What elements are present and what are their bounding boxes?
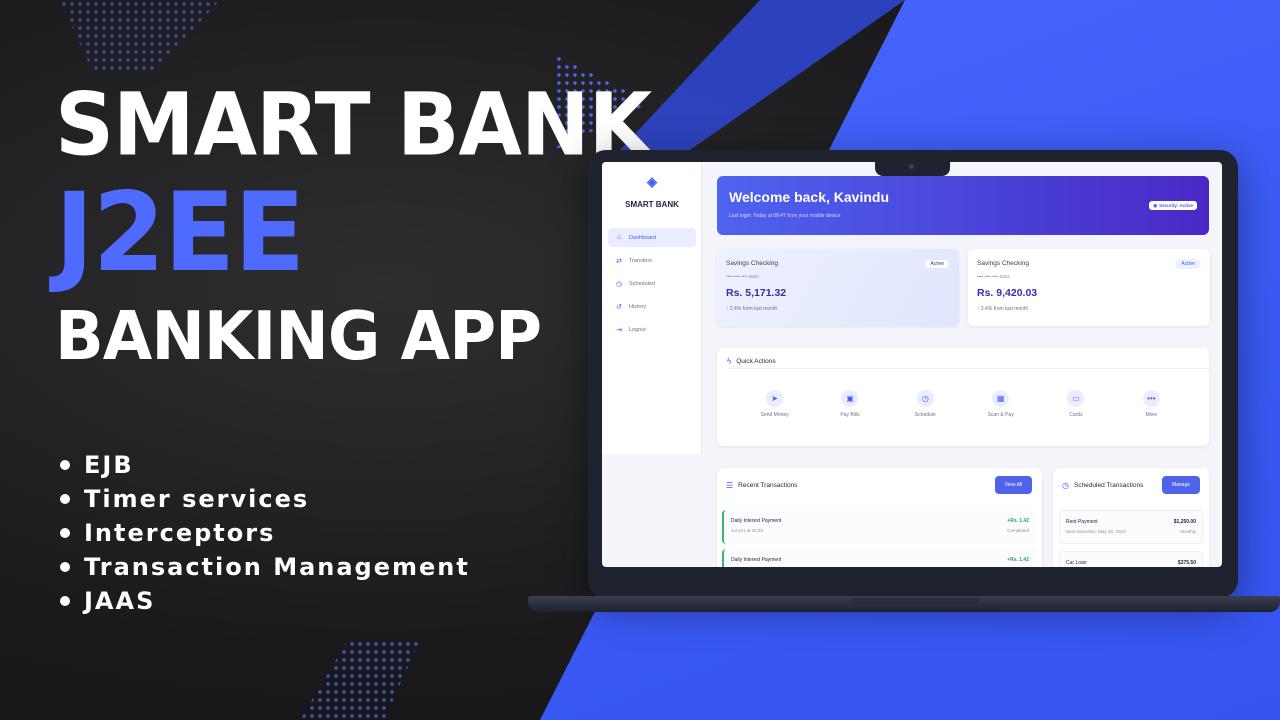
scheduled-transactions-title: ◷ Scheduled Transactions: [1062, 481, 1144, 490]
manage-button[interactable]: Manage: [1162, 476, 1200, 494]
account-balance: Rs. 9,420.03: [977, 287, 1038, 299]
home-icon: ⌂: [616, 234, 622, 241]
clock-icon: ◷: [1062, 481, 1069, 490]
feature-item: JAAS: [60, 584, 470, 618]
headline-j2ee: J2EE: [55, 167, 305, 297]
transaction-row[interactable]: Daily Interest Payment Jul 24 | at 00:30…: [722, 510, 1037, 544]
quick-action-send-money[interactable]: ➤ Send Money: [747, 390, 803, 418]
feature-item: EJB: [60, 448, 470, 482]
sidebar: ◈ SMART BANK ⌂ Dashboard ⇄ Transfers ◷ S…: [602, 162, 702, 454]
quick-action-scan-pay[interactable]: ▦ Scan & Pay: [973, 390, 1029, 418]
brand: ◈ SMART BANK: [602, 174, 702, 212]
security-status-badge: ◉ Security: Active: [1149, 201, 1197, 210]
account-balance: Rs. 5,171.32: [726, 287, 787, 299]
quick-action-schedule[interactable]: ◷ Schedule: [897, 390, 953, 418]
quick-actions-panel: ϟ Quick Actions ➤ Send Money ▣ Pay Bills…: [717, 348, 1209, 446]
feature-list: EJB Timer services Interceptors Transact…: [60, 448, 470, 618]
send-icon: ➤: [766, 390, 784, 407]
sidebar-nav: ⌂ Dashboard ⇄ Transfers ◷ Scheduled ↺ Hi…: [608, 228, 696, 343]
account-change: ↑ 2.4% from last month: [977, 306, 1029, 312]
quick-action-more[interactable]: ••• More: [1123, 390, 1179, 418]
bolt-icon: ϟ: [727, 357, 732, 366]
bullet-icon: [60, 562, 70, 572]
sidebar-item-dashboard[interactable]: ⌂ Dashboard: [608, 228, 696, 247]
shield-icon: ◉: [1153, 202, 1158, 208]
list-icon: ☰: [726, 481, 734, 490]
scheduled-payment-row[interactable]: Rent Payment Next execution: May 20, 202…: [1059, 510, 1203, 544]
clock-icon: ◷: [916, 390, 934, 407]
recent-transactions-title: ☰ Recent Transactions: [726, 481, 798, 490]
transfer-icon: ⇄: [616, 257, 622, 265]
feature-item: Transaction Management: [60, 550, 470, 584]
welcome-title: Welcome back, Kavindu: [729, 189, 890, 205]
headline-smart-bank: SMART BANK: [55, 75, 652, 176]
account-card[interactable]: Savings Checking •••• •••• •••• 5263 Rs.…: [968, 249, 1210, 326]
bullet-icon: [60, 596, 70, 606]
view-all-button[interactable]: View All: [995, 476, 1032, 494]
logout-icon: ⇥: [616, 326, 622, 334]
bullet-icon: [60, 494, 70, 504]
sidebar-item-scheduled[interactable]: ◷ Scheduled: [608, 274, 696, 293]
laptop-screen: ◈ SMART BANK ⌂ Dashboard ⇄ Transfers ◷ S…: [602, 162, 1222, 567]
last-login-text: Last login: Today at 08:47 from your mob…: [729, 213, 841, 219]
laptop-hinge-groove: [850, 598, 980, 604]
bank-logo-icon: ◈: [647, 174, 657, 189]
account-change: ↑ 2.4% from last month: [726, 306, 778, 312]
transaction-row[interactable]: Daily Interest Payment +Rs. 1.42: [722, 549, 1037, 567]
headline-banking-app: BANKING APP: [55, 298, 542, 376]
bill-icon: ▣: [841, 390, 859, 407]
account-name: Savings Checking: [726, 260, 779, 267]
bullet-icon: [60, 528, 70, 538]
sidebar-item-history[interactable]: ↺ History: [608, 297, 696, 316]
quick-action-cards[interactable]: ▭ Cards: [1048, 390, 1104, 418]
more-icon: •••: [1142, 390, 1160, 407]
account-name: Savings Checking: [977, 260, 1030, 267]
feature-item: Timer services: [60, 482, 470, 516]
feature-item: Interceptors: [60, 516, 470, 550]
qr-icon: ▦: [992, 390, 1010, 407]
welcome-banner: Welcome back, Kavindu Last login: Today …: [717, 176, 1209, 235]
account-card[interactable]: Savings Checking •••• •••• •••• 0866 Rs.…: [717, 249, 959, 326]
recent-transactions-panel: ☰ Recent Transactions View All Daily Int…: [717, 468, 1042, 567]
history-icon: ↺: [616, 303, 622, 311]
account-number: •••• •••• •••• 0866: [726, 274, 759, 279]
scheduled-transactions-panel: ◷ Scheduled Transactions Manage Rent Pay…: [1053, 468, 1209, 567]
card-icon: ▭: [1067, 390, 1085, 407]
account-number: •••• •••• •••• 5263: [977, 274, 1010, 279]
sidebar-item-transfers[interactable]: ⇄ Transfers: [608, 251, 696, 270]
brand-name: SMART BANK: [625, 200, 679, 209]
quick-action-pay-bills[interactable]: ▣ Pay Bills: [822, 390, 878, 418]
clock-icon: ◷: [615, 280, 623, 288]
camera-notch: [875, 160, 950, 176]
status-badge: Active: [1175, 259, 1201, 269]
bullet-icon: [60, 460, 70, 470]
status-badge: Active: [924, 259, 950, 269]
sidebar-item-logout[interactable]: ⇥ Logout: [608, 320, 696, 339]
quick-actions-header: ϟ Quick Actions: [727, 355, 1209, 369]
scheduled-payment-row[interactable]: Car Loan $375.50: [1059, 551, 1203, 567]
quick-actions-row: ➤ Send Money ▣ Pay Bills ◷ Schedule ▦ Sc…: [717, 390, 1209, 418]
